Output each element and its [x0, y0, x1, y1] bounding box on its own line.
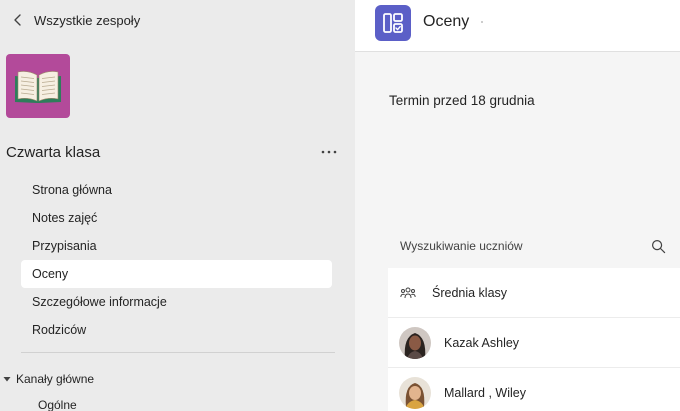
student-name: Kazak Ashley: [444, 335, 520, 350]
grades-icon: [383, 13, 403, 33]
student-name: Mallard , Wiley: [444, 385, 526, 400]
nav-item-class-notebook[interactable]: Notes zajęć: [21, 204, 332, 232]
grades-pane: Oceny Termin przed 18 grudnia Wyszukiwan…: [355, 0, 680, 411]
nav-item-insights[interactable]: Szczegółowe informacje: [21, 288, 332, 316]
channels-section-label: Kanały główne: [16, 372, 95, 386]
nav-item-label: Strona główna: [32, 183, 112, 197]
avatar: [399, 326, 431, 359]
nav-item-assignments[interactable]: Przypisania: [21, 232, 332, 260]
team-name: Czwarta klasa: [6, 143, 101, 161]
due-date-label: Termin przed 18 grudnia: [389, 93, 535, 108]
search-icon[interactable]: [651, 239, 666, 254]
app-header: Oceny: [355, 0, 680, 52]
team-nav: Strona główna Notes zajęć Przypisania Oc…: [21, 176, 332, 344]
title-separator: [481, 21, 483, 23]
avatar: [399, 376, 431, 409]
student-photo: [399, 326, 431, 359]
student-row[interactable]: Mallard , Wiley: [388, 368, 680, 411]
student-photo: [399, 376, 431, 409]
nav-divider: [21, 352, 335, 353]
nav-item-parents[interactable]: Rodziców: [21, 316, 332, 344]
student-list: Średnia klasy Kazak Ashley Mallard , Wil…: [388, 268, 680, 411]
nav-item-label: Rodziców: [32, 323, 87, 337]
channels-section-toggle[interactable]: Kanały główne: [0, 370, 355, 388]
team-header: Czwarta klasa: [6, 141, 341, 163]
nav-item-label: Notes zajęć: [32, 211, 98, 225]
more-horizontal-icon: [321, 150, 337, 154]
search-placeholder: Wyszukiwanie uczniów: [400, 239, 523, 253]
nav-item-label: Szczegółowe informacje: [32, 295, 167, 309]
nav-item-home[interactable]: Strona główna: [21, 176, 332, 204]
app-title: Oceny: [423, 13, 470, 30]
student-search-input[interactable]: Wyszukiwanie uczniów: [388, 230, 680, 262]
back-label: Wszystkie zespoły: [34, 12, 141, 28]
nav-item-label: Oceny: [32, 267, 69, 281]
channel-item-general[interactable]: Ogólne: [38, 398, 77, 411]
caret-down-icon: [3, 377, 11, 382]
back-to-all-teams-button[interactable]: Wszystkie zespoły: [10, 9, 140, 31]
class-average-label: Średnia klasy: [432, 285, 508, 300]
grades-app-icon: [375, 5, 411, 41]
student-row[interactable]: Kazak Ashley: [388, 318, 680, 368]
chevron-left-icon: [14, 14, 21, 26]
left-rail: Wszystkie zespoły Czwarta klasa Strona g…: [0, 0, 355, 411]
class-average-row[interactable]: Średnia klasy: [388, 268, 680, 318]
people-group-icon: [400, 287, 416, 298]
nav-item-label: Przypisania: [32, 239, 97, 253]
more-options-button[interactable]: [317, 142, 341, 162]
team-avatar: [6, 54, 70, 118]
open-book-icon: [15, 71, 61, 103]
nav-item-grades[interactable]: Oceny: [21, 260, 332, 288]
